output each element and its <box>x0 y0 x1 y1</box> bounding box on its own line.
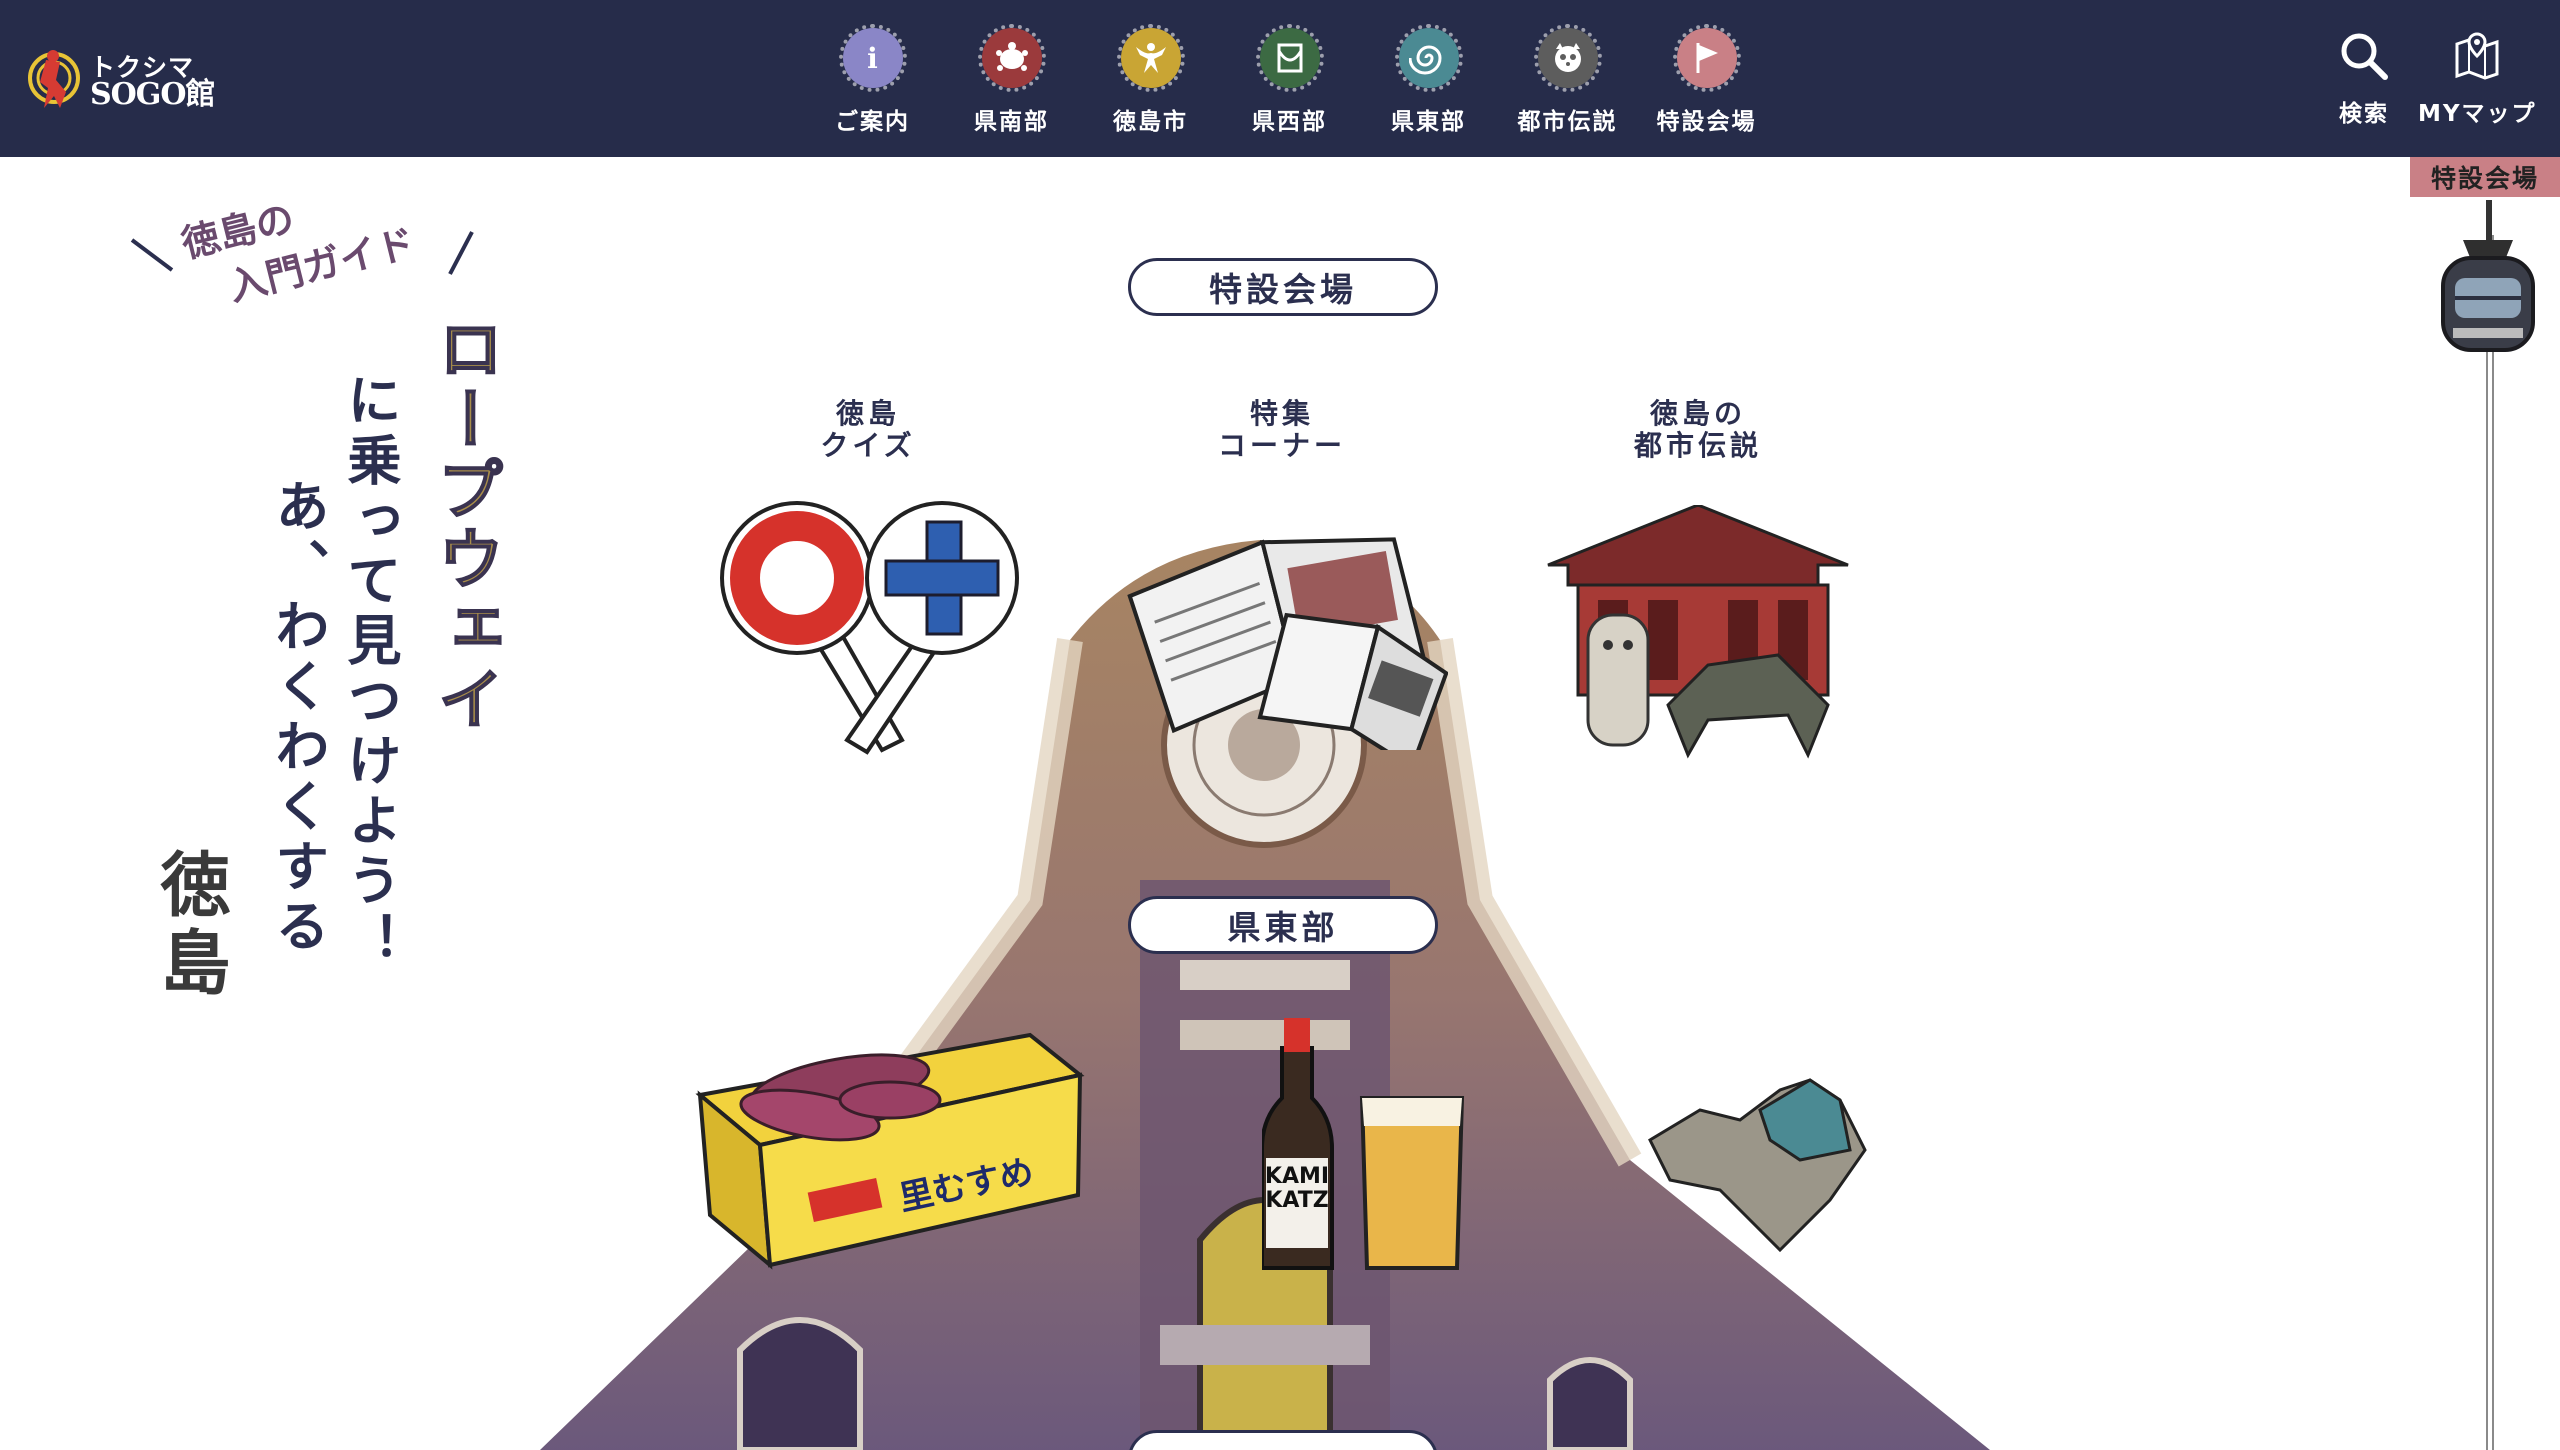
urban-legend-temple[interactable] <box>1538 505 1853 760</box>
vine-bridge-icon <box>1255 24 1324 92</box>
nav-label: 県南部 <box>974 109 1049 135</box>
nav-label: 県西部 <box>1252 109 1327 135</box>
section-next-pill[interactable] <box>1128 1430 1438 1450</box>
nav-item-special[interactable]: 特設会場 <box>1637 24 1776 136</box>
beer-label: KAMI KATZ <box>1265 1164 1329 1213</box>
east-region-map[interactable] <box>1640 1070 1872 1255</box>
tagline-exciting: あ、わくわくする <box>266 478 329 958</box>
site-header: トクシマ SOGO館 i ご案内 県南部 徳島市 県西部 県東部 都市伝説 特設… <box>0 0 2560 157</box>
info-icon: i <box>838 24 907 92</box>
mymap-label: MYマップ <box>2418 101 2537 127</box>
nav-item-info[interactable]: i ご案内 <box>803 24 942 136</box>
main-nav: i ご案内 県南部 徳島市 県西部 県東部 都市伝説 特設会場 <box>803 24 1776 136</box>
dancer-icon <box>1116 24 1185 92</box>
logo-mark-icon <box>28 50 80 108</box>
nav-label: 特設会場 <box>1656 109 1757 135</box>
mymap-button[interactable]: MYマップ <box>2418 30 2537 128</box>
quiz-paddles[interactable] <box>712 500 1022 760</box>
gondola-icon[interactable] <box>2433 200 2543 355</box>
nav-item-tokushima-city[interactable]: 徳島市 <box>1081 24 1220 136</box>
category-label-feature: 特集 コーナー <box>1217 397 1346 462</box>
nav-item-east[interactable]: 県東部 <box>1359 24 1498 136</box>
feature-magazine[interactable] <box>1118 510 1448 750</box>
ropeway-cable <box>2486 235 2494 1450</box>
tokushima-stamp: 徳島 <box>149 848 232 1004</box>
whirlpool-icon <box>1394 24 1463 92</box>
nav-label: 徳島市 <box>1113 109 1188 135</box>
rail-special-tag[interactable]: 特設会場 <box>2410 157 2560 197</box>
logo-title: SOGO館 <box>90 76 216 112</box>
category-label-legend: 徳島の 都市伝説 <box>1633 397 1762 462</box>
page: { "header": { "logo": { "sub": "トクシマ", "… <box>0 0 2560 1450</box>
search-label: 検索 <box>2339 101 2389 127</box>
craft-beer[interactable]: KAMI KATZ <box>1262 1008 1472 1278</box>
nav-label: ご案内 <box>835 109 910 135</box>
tagline-find: に乗って見つけよう！ <box>338 372 401 972</box>
nav-item-urban-legend[interactable]: 都市伝説 <box>1498 24 1637 136</box>
map-pin-icon <box>2455 32 2499 80</box>
flag-icon <box>1672 24 1741 92</box>
raccoon-icon <box>1533 24 1602 92</box>
search-button[interactable]: 検索 <box>2338 30 2390 128</box>
section-east-pill[interactable]: 県東部 <box>1128 896 1438 954</box>
category-label-quiz: 徳島 クイズ <box>820 397 916 462</box>
sweet-potato-box[interactable]: 里むすめ <box>690 1015 1090 1275</box>
nav-item-west[interactable]: 県西部 <box>1220 24 1359 136</box>
search-icon <box>2341 33 2388 80</box>
nav-label: 県東部 <box>1391 109 1466 135</box>
site-logo[interactable]: トクシマ SOGO館 <box>26 42 226 122</box>
nav-label: 都市伝説 <box>1517 109 1618 135</box>
ropeway-title: ロープウェイ <box>426 314 506 736</box>
nav-item-south[interactable]: 県南部 <box>942 24 1081 136</box>
section-special-pill[interactable]: 特設会場 <box>1128 258 1438 316</box>
turtle-icon <box>977 24 1046 92</box>
logo-subtitle: トクシマ <box>90 52 195 82</box>
